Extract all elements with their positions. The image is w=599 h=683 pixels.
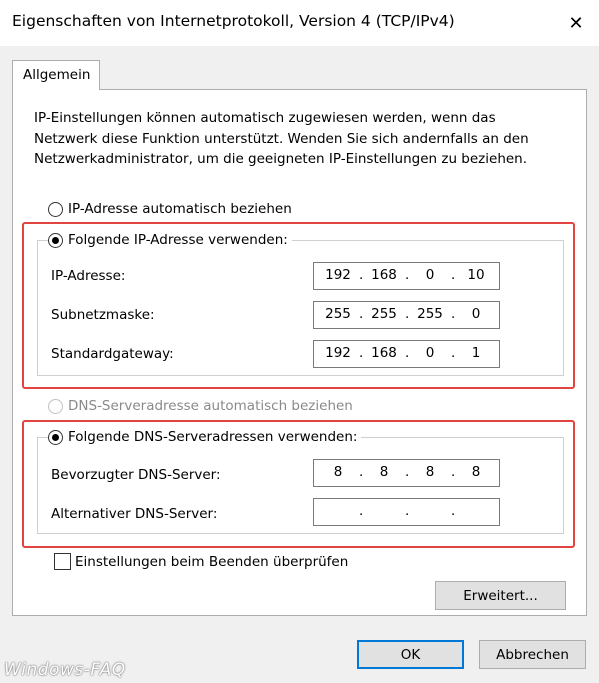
dns-auto-radio-row[interactable]: DNS-Serveradresse automatisch beziehen (48, 398, 353, 414)
cancel-button[interactable]: Abbrechen (479, 640, 586, 669)
cancel-button-label: Abbrechen (496, 646, 569, 663)
watermark-text: Windows-FAQ (4, 660, 126, 680)
tab-allgemein[interactable]: Allgemein (12, 60, 100, 90)
ip-auto-radio-row[interactable]: IP-Adresse automatisch beziehen (48, 201, 292, 217)
advanced-button-label: Erweitert... (463, 587, 538, 604)
close-icon: ✕ (568, 12, 584, 34)
validate-on-exit-label: Einstellungen beim Beenden überprüfen (75, 553, 349, 570)
description-line: IP-Einstellungen können automatisch zuge… (34, 110, 496, 126)
ok-button-label: OK (400, 646, 421, 663)
description-line: Netzwerk diese Funktion unterstützt. Wen… (34, 130, 529, 147)
advanced-button[interactable]: Erweitert... (435, 581, 566, 610)
validate-on-exit-checkbox[interactable] (54, 553, 71, 570)
title-bar: Eigenschaften von Internetprotokoll, Ver… (0, 0, 599, 46)
ip-auto-label: IP-Adresse automatisch beziehen (68, 201, 292, 217)
validate-on-exit-row[interactable]: Einstellungen beim Beenden überprüfen (54, 553, 348, 570)
ip-highlight-box (22, 222, 575, 389)
dns-auto-label: DNS-Serveradresse automatisch beziehen (68, 398, 353, 414)
close-button[interactable]: ✕ (553, 0, 599, 46)
tab-label: Allgemein (23, 67, 91, 83)
dns-auto-radio[interactable] (48, 398, 63, 414)
description-text: IP-Einstellungen können automatisch zuge… (34, 108, 574, 170)
description-line: Netzwerkadministrator, um die geeigneten… (34, 151, 528, 167)
ip-auto-radio[interactable] (48, 201, 63, 217)
window-title: Eigenschaften von Internetprotokoll, Ver… (12, 12, 455, 30)
ok-button[interactable]: OK (357, 640, 464, 669)
dns-highlight-box (22, 420, 575, 548)
